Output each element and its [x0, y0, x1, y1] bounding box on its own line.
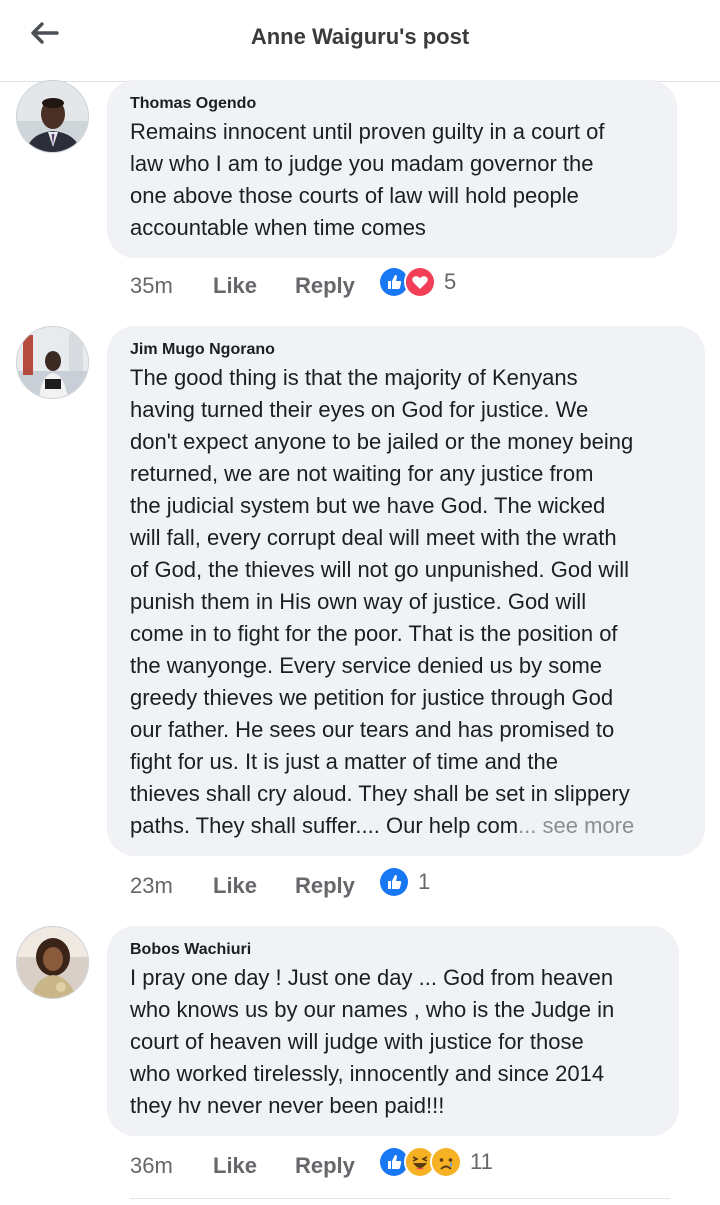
sad-reaction-icon: [430, 1146, 462, 1178]
reaction-count: 1: [418, 869, 431, 894]
comment-text: I pray one day ! Just one day ... God fr…: [130, 965, 615, 1118]
comment-actions: 36m Like Reply 11: [130, 1146, 493, 1182]
reaction-count: 11: [470, 1149, 493, 1174]
post-header: Anne Waiguru's post: [0, 0, 720, 82]
reactions-summary[interactable]: 1: [378, 866, 430, 898]
comment-text: The good thing is that the majority of K…: [130, 362, 681, 842]
comment-text: Remains innocent until proven guilty in …: [130, 119, 605, 240]
reply-button[interactable]: Reply: [295, 1153, 378, 1179]
next-comment-divider: [130, 1198, 670, 1205]
avatar-thomas-ogendo[interactable]: [16, 80, 89, 153]
reply-button[interactable]: Reply: [295, 873, 378, 899]
comment-bubble: Thomas Ogendo Remains innocent until pro…: [107, 80, 677, 258]
comment-text-body: The good thing is that the majority of K…: [130, 365, 634, 838]
see-more-link[interactable]: ... see more: [518, 813, 634, 838]
page-title: Anne Waiguru's post: [250, 24, 470, 49]
comment-time[interactable]: 36m: [130, 1153, 213, 1179]
like-button[interactable]: Like: [213, 873, 295, 899]
comment-author[interactable]: Bobos Wachiuri: [130, 940, 655, 960]
like-button[interactable]: Like: [213, 273, 295, 299]
comment-time[interactable]: 23m: [130, 873, 213, 899]
reactions-summary[interactable]: 5: [378, 266, 456, 298]
like-reaction-icon: [378, 866, 410, 898]
like-button[interactable]: Like: [213, 1153, 295, 1179]
comment-bubble: Jim Mugo Ngorano The good thing is that …: [107, 326, 705, 856]
avatar-jim-mugo-ngorano[interactable]: [16, 326, 89, 399]
comment-time[interactable]: 35m: [130, 273, 213, 299]
comment-bubble: Bobos Wachiuri I pray one day ! Just one…: [107, 926, 679, 1136]
comment-author[interactable]: Jim Mugo Ngorano: [130, 340, 681, 360]
reactions-summary[interactable]: 11: [378, 1146, 493, 1178]
comment-actions: 23m Like Reply 1: [130, 866, 430, 902]
reply-button[interactable]: Reply: [295, 273, 378, 299]
avatar-bobos-wachiuri[interactable]: [16, 926, 89, 999]
comment-actions: 35m Like Reply 5: [130, 266, 456, 302]
comment-author[interactable]: Thomas Ogendo: [130, 94, 653, 114]
reaction-count: 5: [444, 269, 457, 294]
love-reaction-icon: [404, 266, 436, 298]
